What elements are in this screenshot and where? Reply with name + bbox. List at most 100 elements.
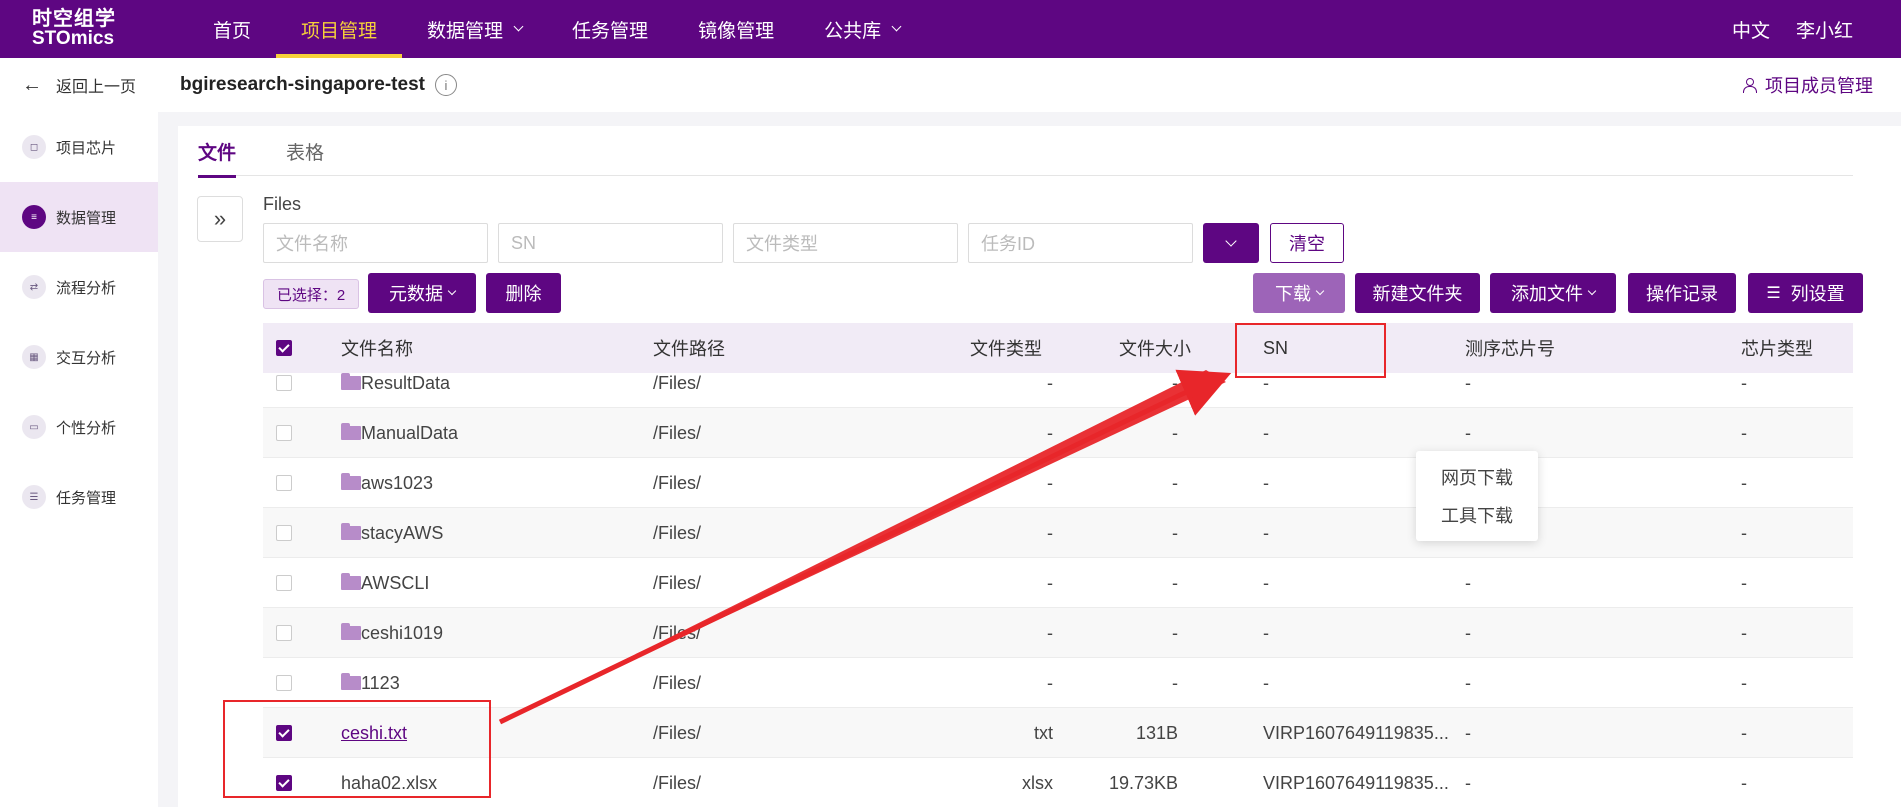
table-row[interactable]: ManualData/Files/- - - - - (263, 408, 1853, 458)
folder-icon (341, 523, 361, 540)
col-header-size[interactable]: 文件大小 (1119, 335, 1191, 361)
back-label: 返回上一页 (56, 79, 137, 96)
taskid-filter-input[interactable]: 任务ID (968, 223, 1193, 263)
file-path-cell: /Files/ (653, 572, 702, 593)
nav-item-0[interactable]: 首页 (188, 0, 276, 58)
sn-cell: - (1263, 373, 1269, 393)
file-size-cell: 131B (1135, 722, 1178, 743)
row-checkbox[interactable] (276, 675, 292, 691)
file-name[interactable]: AWSCLI (361, 573, 429, 594)
metadata-button[interactable]: 元数据 (368, 273, 476, 313)
sidebar-item-3[interactable]: ▦ 交互分析 (0, 322, 158, 392)
file-name-cell: ResultData (341, 373, 450, 408)
table-row[interactable]: AWSCLI/Files/ - - - - - (263, 558, 1853, 608)
seq-chip-cell: - (1465, 572, 1471, 593)
folder-icon (341, 673, 361, 690)
row-checkbox[interactable] (276, 525, 292, 541)
project-members-button[interactable]: 项目成员管理 (1743, 58, 1873, 112)
sidebar-item-4[interactable]: ▭ 个性分析 (0, 392, 158, 462)
select-all-checkbox[interactable] (276, 340, 292, 356)
logo[interactable]: 时空组学 STOmics (0, 9, 160, 48)
table-row[interactable]: haha02.xlsx/Files/xlsx 19.73KB VIRP1607649… (263, 758, 1853, 807)
table-row[interactable]: ceshi1019/Files/ - - - - - (263, 608, 1853, 658)
col-header-seq-chip[interactable]: 测序芯片号 (1465, 335, 1555, 361)
row-checkbox[interactable] (276, 425, 292, 441)
file-path-cell: /Files/ (653, 722, 702, 743)
chip-type-cell: - (1741, 472, 1747, 493)
sn-cell: - (1263, 572, 1269, 593)
col-header-chip-type[interactable]: 芯片类型 (1741, 335, 1813, 361)
tab-files[interactable]: 文件 (198, 126, 237, 178)
row-checkbox[interactable] (276, 625, 292, 641)
col-header-path[interactable]: 文件路径 (653, 335, 725, 361)
back-button[interactable]: ← 返回上一页 (0, 58, 158, 112)
add-file-button[interactable]: 添加文件 (1490, 273, 1616, 313)
chip-icon: ◻ (22, 135, 46, 159)
sidebar-item-label: 流程分析 (56, 279, 117, 297)
info-icon[interactable]: i (434, 74, 457, 96)
file-path-cell: /Files/ (653, 672, 702, 693)
nav-item-1[interactable]: 项目管理 (276, 0, 403, 58)
nav-item-2[interactable]: 数据管理 (402, 0, 547, 58)
file-size-cell: - (1172, 422, 1178, 443)
sidebar-item-label: 个性分析 (56, 419, 117, 437)
row-checkbox[interactable] (276, 375, 292, 391)
table-row[interactable]: 1123/Files/ - - - - - (263, 658, 1853, 708)
web-download-option[interactable]: 网页下载 (1416, 459, 1538, 495)
filename-filter-input[interactable]: 文件名称 (263, 223, 488, 263)
sidebar-item-0[interactable]: ◻ 项目芯片 (0, 112, 158, 182)
table-body: ResultData/Files/ - - - - - ManualData/Files/ -… (263, 373, 1853, 807)
file-name[interactable]: ResultData (361, 373, 450, 394)
row-checkbox[interactable] (276, 575, 292, 591)
operation-log-button[interactable]: 操作记录 (1628, 273, 1736, 313)
col-header-name[interactable]: 文件名称 (341, 335, 413, 361)
filetype-filter-input[interactable]: 文件类型 (733, 223, 958, 263)
download-button[interactable]: 下载 (1253, 273, 1345, 313)
file-name[interactable]: 1123 (361, 673, 400, 694)
project-title: bgiresearch-singapore-test (180, 74, 425, 95)
sidebar-item-1[interactable]: ≡ 数据管理 (0, 182, 158, 252)
project-title-wrap: bgiresearch-singapore-test i (180, 58, 457, 112)
seq-chip-cell: - (1465, 722, 1471, 743)
sidebar-item-5[interactable]: ☰ 任务管理 (0, 462, 158, 532)
sidebar: ← 返回上一页 ◻ 项目芯片 ≡ 数据管理 ⇄ 流程分析 ▦ 交互分析 ▭ 个性分析 ☰ 任务管理 (0, 58, 158, 807)
table-row[interactable]: aws1023/Files/----- (263, 458, 1853, 508)
file-name[interactable]: stacyAWS (361, 523, 443, 544)
file-path-cell: /Files/ (653, 522, 702, 543)
table-row[interactable]: stacyAWS/Files/----- (263, 508, 1853, 558)
chip-type-cell: - (1741, 622, 1747, 643)
new-folder-button[interactable]: 新建文件夹 (1355, 273, 1480, 313)
file-name-cell: ceshi1019 (341, 608, 443, 658)
table-row[interactable]: ResultData/Files/ - - - - - (263, 373, 1853, 408)
user-menu[interactable]: 李小红 (1796, 16, 1853, 43)
language-switch[interactable]: 中文 (1732, 16, 1770, 43)
nav-item-label: 镜像管理 (698, 20, 775, 42)
expand-tree-button[interactable]: » (197, 196, 243, 242)
annotation-box-selected-rows (223, 700, 491, 798)
tool-download-option[interactable]: 工具下载 (1416, 497, 1538, 533)
delete-button[interactable]: 删除 (486, 273, 561, 313)
col-header-type[interactable]: 文件类型 (970, 335, 1042, 361)
chevron-down-icon (1587, 286, 1597, 296)
file-type-cell: - (1047, 572, 1053, 593)
top-navbar: 时空组学 STOmics 首页 项目管理 数据管理 任务管理 镜像管理 公共库 中文 李小… (0, 0, 1901, 58)
chip-type-cell: - (1741, 772, 1747, 793)
nav-item-3[interactable]: 任务管理 (547, 0, 673, 58)
sn-cell: VIRP1607649119835... (1263, 722, 1449, 743)
table-row[interactable]: ceshi.txt/Files/txt 131B VIRP1607649119835… (263, 708, 1853, 758)
sn-filter-input[interactable]: SN (498, 223, 723, 263)
tab-tables[interactable]: 表格 (286, 126, 324, 176)
sidebar-menu: ◻ 项目芯片 ≡ 数据管理 ⇄ 流程分析 ▦ 交互分析 ▭ 个性分析 ☰ 任务管理 (0, 112, 158, 532)
nav-item-5[interactable]: 公共库 (799, 0, 925, 58)
sn-cell: VIRP1607649119835... (1263, 772, 1449, 793)
column-settings-button[interactable]: ☰ 列设置 (1748, 273, 1863, 313)
file-path-cell: /Files/ (653, 373, 702, 393)
file-name[interactable]: ceshi1019 (361, 623, 443, 644)
clear-filters-button[interactable]: 清空 (1270, 223, 1344, 263)
file-name[interactable]: ManualData (361, 423, 458, 444)
row-checkbox[interactable] (276, 475, 292, 491)
expand-filters-button[interactable] (1203, 223, 1259, 263)
nav-item-4[interactable]: 镜像管理 (673, 0, 799, 58)
file-name[interactable]: aws1023 (361, 473, 433, 494)
sidebar-item-2[interactable]: ⇄ 流程分析 (0, 252, 158, 322)
